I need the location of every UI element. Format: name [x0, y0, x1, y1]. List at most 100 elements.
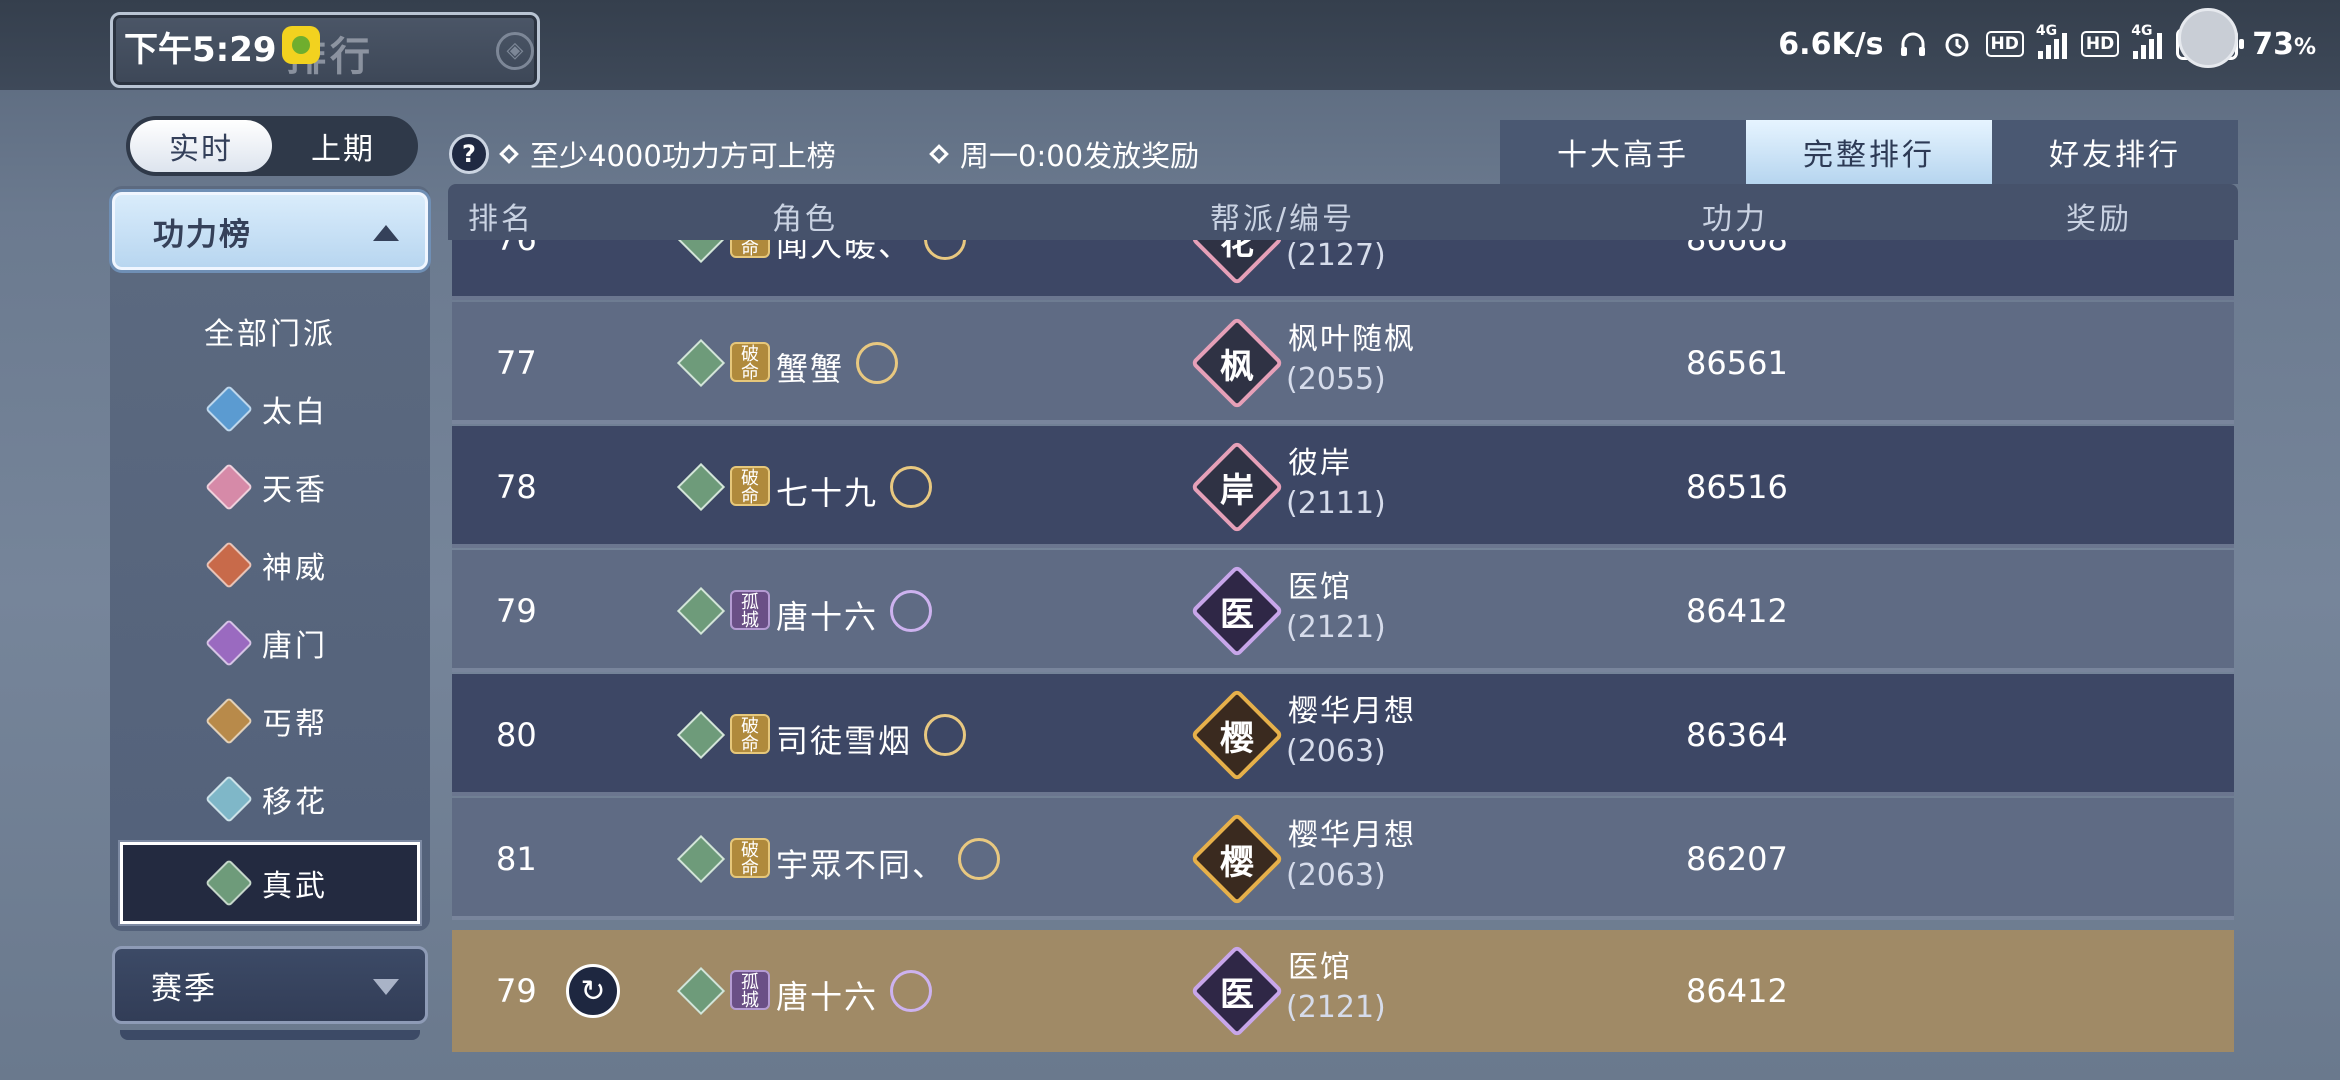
alarm-icon	[1942, 29, 1972, 59]
player-decoration-icon	[856, 342, 898, 384]
table-row[interactable]: 80 破命 司徒雪烟 樱樱华月想 (2063) 86364	[452, 674, 2234, 796]
signal-icon-1: 4G	[2036, 23, 2067, 59]
title-badge: 破命	[730, 240, 770, 258]
rank-number: 77	[496, 344, 537, 382]
row-divider	[452, 420, 2234, 424]
power-value: 86412	[1686, 592, 1788, 630]
period-option-last[interactable]: 上期	[272, 120, 414, 172]
locate-self-icon[interactable]: ↻	[566, 964, 620, 1018]
help-icon[interactable]: ?	[449, 134, 489, 174]
row-divider	[452, 544, 2234, 548]
school-item[interactable]: 唐门	[110, 604, 430, 682]
guild-code: (2055)	[1286, 362, 1386, 397]
zhenwu-sect-icon	[676, 834, 726, 884]
guild-emblem-char: 岸	[1220, 470, 1254, 511]
guild-code: (2063)	[1286, 734, 1386, 769]
guild-emblem-char: 樱	[1220, 842, 1254, 883]
diamond-icon	[929, 144, 949, 164]
player-name: 蟹蟹	[776, 350, 845, 388]
guild-code: (2121)	[1286, 610, 1386, 645]
guild-emblem-char: 枫	[1220, 346, 1254, 387]
title-badge: 孤城	[730, 970, 770, 1010]
status-bar: 下午5:29 排行 ◈ 6.6K/s HD 4G HD 4G 73%	[0, 0, 2340, 90]
notice-reward-time-text: 周一0:00发放奖励	[960, 139, 1200, 173]
school-icon	[204, 462, 254, 512]
player-name: 司徒雪烟	[776, 722, 913, 760]
player-decoration-icon	[958, 838, 1000, 880]
zhenwu-sect-icon	[676, 338, 726, 388]
school-label: 移花	[262, 785, 328, 820]
category-dropdown[interactable]: 功力榜	[112, 192, 428, 270]
season-shadow	[120, 1030, 420, 1040]
zhenwu-sect-icon	[676, 966, 726, 1016]
self-guild-code: (2121)	[1286, 990, 1386, 1025]
table-row[interactable]: 78 破命 七十九 岸彼岸 (2111) 86516	[452, 426, 2234, 548]
school-label: 丐帮	[262, 707, 328, 742]
school-item-all[interactable]: 全部门派	[110, 292, 430, 370]
tab-friend-ranking[interactable]: 好友排行	[1992, 120, 2238, 184]
player-name: 闻人暖、	[776, 240, 913, 264]
school-icon	[204, 540, 254, 590]
table-row[interactable]: 77 破命 蟹蟹 枫枫叶随枫 (2055) 86561	[452, 302, 2234, 424]
rank-number: 81	[496, 840, 537, 878]
ranking-list[interactable]: 76破命闻人暖、花花隐(2127)8666877破命蟹蟹枫枫叶随枫(2055)8…	[452, 240, 2234, 930]
table-row[interactable]: 76破命闻人暖、花花隐(2127)86668	[452, 240, 2234, 300]
tab-top-ten[interactable]: 十大高手	[1500, 120, 1746, 184]
school-icon	[204, 384, 254, 434]
zhenwu-sect-icon	[676, 710, 726, 760]
self-rank: 79	[496, 972, 537, 1010]
guild-name: 樱华月想	[1288, 694, 1416, 729]
expand-arrow-icon	[373, 979, 399, 995]
title-badge: 破命	[730, 838, 770, 878]
guild-emblem-char: 樱	[1220, 718, 1254, 759]
col-guild: 帮派/编号	[1210, 202, 1356, 237]
rank-number: 76	[496, 240, 537, 258]
school-icon	[204, 774, 254, 824]
guild-code: (2063)	[1286, 858, 1386, 893]
zhenwu-sect-icon	[676, 240, 726, 264]
rank-number: 79	[496, 592, 537, 630]
title-close-icon[interactable]: ◈	[496, 32, 534, 70]
ranking-tabs: 十大高手 完整排行 好友排行	[1500, 120, 2238, 184]
school-icon	[204, 858, 254, 908]
school-item[interactable]: 移花	[110, 760, 430, 838]
guild-name: 彼岸	[1288, 446, 1352, 481]
notice-min-power-text: 至少4000功力方可上榜	[530, 139, 836, 173]
self-rank-row[interactable]: 79 ↻ 孤城 唐十六 医 医馆 (2121) 86412	[452, 930, 2234, 1052]
player-name: 唐十六	[776, 598, 879, 636]
row-divider	[452, 792, 2234, 796]
col-power: 功力	[1702, 202, 1768, 237]
power-value: 86364	[1686, 716, 1788, 754]
assistant-avatar[interactable]	[2178, 8, 2238, 68]
notice-reward-time: 周一0:00发放奖励	[929, 134, 1200, 174]
school-label: 真武	[262, 869, 328, 904]
flower-badge-icon	[890, 970, 932, 1012]
season-dropdown[interactable]: 赛季	[112, 946, 428, 1024]
zhenwu-sect-icon	[676, 462, 726, 512]
player-decoration-icon	[890, 590, 932, 632]
tab-full-ranking[interactable]: 完整排行	[1746, 120, 1992, 184]
table-row[interactable]: 81 破命 宇眾不同、 樱樱华月想 (2063) 86207	[452, 798, 2234, 920]
period-option-realtime[interactable]: 实时	[130, 120, 272, 172]
row-divider	[452, 668, 2234, 672]
title-badge: 破命	[730, 466, 770, 506]
school-icon	[204, 618, 254, 668]
school-item[interactable]: 真武	[120, 842, 420, 924]
zhenwu-sect-icon	[676, 586, 726, 636]
status-time: 下午5:29	[124, 30, 277, 70]
guild-emblem-char: 医	[1220, 974, 1254, 1015]
school-item[interactable]: 太白	[110, 370, 430, 448]
school-item[interactable]: 神威	[110, 526, 430, 604]
school-item[interactable]: 天香	[110, 448, 430, 526]
row-divider	[452, 296, 2234, 300]
school-item[interactable]: 丐帮	[110, 682, 430, 760]
title-badge: 破命	[730, 714, 770, 754]
network-speed: 6.6K/s	[1778, 26, 1884, 62]
rank-number: 78	[496, 468, 537, 506]
hd-badge-2: HD	[2080, 31, 2120, 57]
guild-code: (2127)	[1286, 240, 1386, 273]
self-guild-name: 医馆	[1288, 950, 1352, 985]
signal-icon-2: 4G	[2131, 23, 2163, 59]
player-name: 宇眾不同、	[776, 846, 947, 884]
table-row[interactable]: 79 孤城 唐十六 医医馆 (2121) 86412	[452, 550, 2234, 672]
